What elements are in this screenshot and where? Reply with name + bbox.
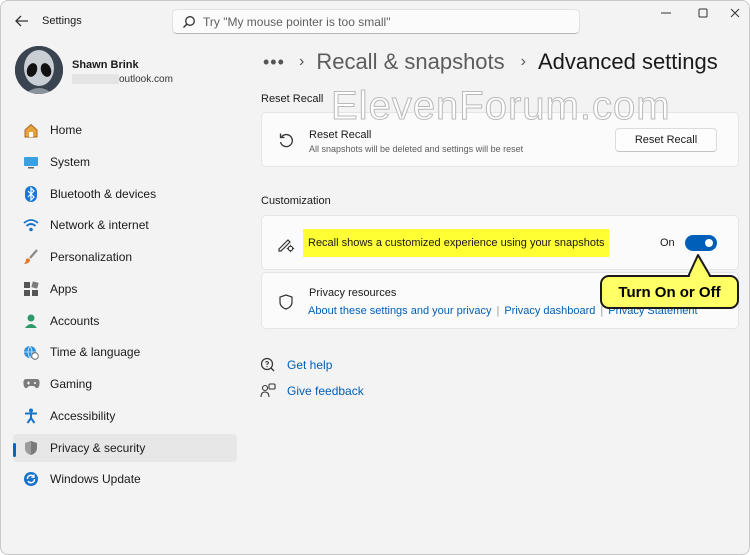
link-separator: | xyxy=(496,305,500,317)
breadcrumb-more-button[interactable]: ••• xyxy=(263,52,284,73)
sidebar-item-time-language[interactable]: Time & language xyxy=(13,338,237,366)
watermark: ElevenForum.com xyxy=(331,84,671,129)
sidebar-item-label: System xyxy=(50,155,91,169)
sidebar-item-gaming[interactable]: Gaming xyxy=(13,370,237,398)
toggle-state-label: On xyxy=(660,237,675,249)
sidebar-item-label: Time & language xyxy=(50,345,141,359)
user-email: outlook.com xyxy=(72,72,173,86)
reset-recall-button[interactable]: Reset Recall xyxy=(615,128,717,152)
get-help-label: Get help xyxy=(287,358,333,372)
accessibility-icon xyxy=(22,408,40,424)
person-icon xyxy=(22,313,40,329)
customized-experience-toggle[interactable] xyxy=(685,235,717,251)
sidebar-item-label: Privacy & security xyxy=(50,441,146,455)
feedback-icon xyxy=(259,382,277,400)
sidebar-item-accounts[interactable]: Accounts xyxy=(13,307,237,335)
link-privacy-dashboard[interactable]: Privacy dashboard xyxy=(504,305,595,317)
sidebar-item-label: Accounts xyxy=(50,314,100,328)
privacy-resources-title: Privacy resources xyxy=(309,287,397,299)
chevron-right-icon: › xyxy=(520,53,526,70)
sidebar-item-label: Personalization xyxy=(50,250,133,264)
breadcrumb: ••• › Recall & snapshots › Advanced sett… xyxy=(263,46,718,78)
paintbrush-icon xyxy=(22,249,40,265)
sidebar-item-label: Apps xyxy=(50,282,78,296)
user-email-domain: outlook.com xyxy=(119,73,173,85)
help-chat-icon xyxy=(259,356,277,374)
sidebar-item-privacy-security[interactable]: Privacy & security xyxy=(13,434,237,462)
sidebar-item-personalization[interactable]: Personalization xyxy=(13,243,237,271)
monitor-icon xyxy=(22,154,40,170)
reset-recall-title: Reset Recall xyxy=(309,129,372,141)
email-redaction xyxy=(72,74,119,84)
maximize-icon[interactable] xyxy=(691,5,715,21)
link-about-settings-privacy[interactable]: About these settings and your privacy xyxy=(308,305,491,317)
reset-recall-subtitle: All snapshots will be deleted and settin… xyxy=(309,144,524,154)
gamepad-icon xyxy=(22,376,40,392)
sidebar-item-system[interactable]: System xyxy=(13,148,237,176)
give-feedback-label: Give feedback xyxy=(287,384,364,398)
sidebar-item-label: Bluetooth & devices xyxy=(50,187,157,201)
settings-window: Settings Try "My mouse pointer is too sm… xyxy=(0,0,750,555)
active-indicator xyxy=(13,443,16,457)
search-input[interactable]: Try "My mouse pointer is too small" xyxy=(172,9,580,34)
bluetooth-icon xyxy=(22,186,40,202)
shield-outline-icon xyxy=(276,292,296,312)
give-feedback-link[interactable]: Give feedback xyxy=(259,381,364,401)
sidebar-item-label: Home xyxy=(50,123,83,137)
customized-experience-label: Recall shows a customized experience usi… xyxy=(308,237,605,249)
callout-annotation: Turn On or Off xyxy=(600,275,739,309)
section-heading-customization: Customization xyxy=(261,195,331,207)
pen-settings-icon xyxy=(276,234,296,254)
shield-icon xyxy=(22,440,40,456)
back-arrow-icon[interactable] xyxy=(11,11,33,31)
search-placeholder: Try "My mouse pointer is too small" xyxy=(203,14,391,29)
apps-icon xyxy=(22,281,40,297)
sidebar-item-apps[interactable]: Apps xyxy=(13,275,237,303)
toggle-knob xyxy=(705,239,713,247)
home-icon xyxy=(22,122,40,138)
title-bar: Settings Try "My mouse pointer is too sm… xyxy=(1,1,749,41)
section-heading-reset-recall: Reset Recall xyxy=(261,93,324,105)
reset-icon xyxy=(276,130,296,150)
sidebar-item-bluetooth[interactable]: Bluetooth & devices xyxy=(13,180,237,208)
sidebar-item-windows-update[interactable]: Windows Update xyxy=(13,465,237,493)
user-name: Shawn Brink xyxy=(72,59,139,71)
sidebar-item-label: Gaming xyxy=(50,377,93,391)
wifi-icon xyxy=(22,217,40,233)
sidebar-item-label: Network & internet xyxy=(50,218,149,232)
sidebar-item-accessibility[interactable]: Accessibility xyxy=(13,402,237,430)
close-icon[interactable] xyxy=(723,5,747,21)
get-help-link[interactable]: Get help xyxy=(259,355,332,375)
globe-clock-icon xyxy=(22,344,40,360)
sidebar-item-home[interactable]: Home xyxy=(13,116,237,144)
sidebar-item-network[interactable]: Network & internet xyxy=(13,211,237,239)
avatar[interactable] xyxy=(15,46,63,94)
sidebar-item-label: Accessibility xyxy=(50,409,116,423)
app-title: Settings xyxy=(42,15,82,27)
search-icon xyxy=(177,10,201,34)
minimize-icon[interactable] xyxy=(654,5,678,21)
breadcrumb-recall-snapshots[interactable]: Recall & snapshots xyxy=(316,49,504,75)
update-icon xyxy=(22,471,40,487)
sidebar-item-label: Windows Update xyxy=(50,472,141,486)
page-title: Advanced settings xyxy=(537,49,718,74)
chevron-right-icon: › xyxy=(299,53,305,70)
